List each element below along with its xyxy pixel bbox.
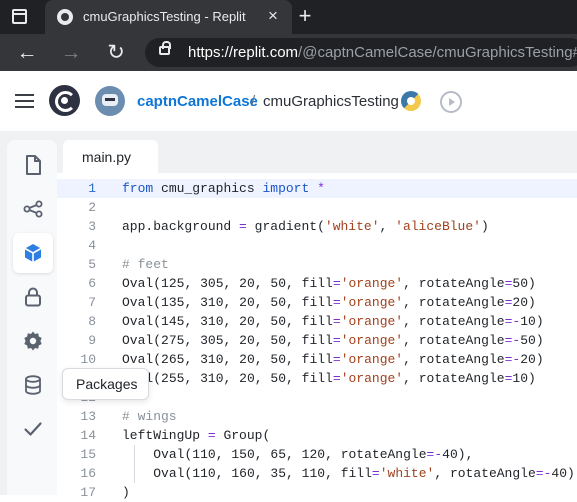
lock-icon [25,287,41,307]
indent-guide [134,464,135,483]
owner-link[interactable]: captnCamelCase [137,93,258,110]
browser-tab[interactable]: cmuGraphicsTesting - Replit × [45,0,292,34]
code-line[interactable]: # feet [122,255,169,274]
line-number: 1 [88,181,96,196]
code-line[interactable]: ) [122,483,130,502]
forward-arrow-icon[interactable]: → [58,40,84,66]
line-number: 15 [80,447,96,462]
address-bar[interactable]: https://replit.com/@captnCamelCase/cmuGr… [145,38,577,67]
code-line[interactable]: Oval(110, 150, 65, 120, rotateAngle=-40)… [122,445,473,464]
sidebar-item-unit-tests[interactable] [13,409,53,449]
database-icon [25,375,41,395]
line-number: 10 [80,352,96,367]
history-icon[interactable] [440,91,462,113]
hamburger-icon[interactable] [15,94,34,108]
replit-header: captnCamelCase / cmuGraphicsTesting [0,71,577,132]
line-number: 8 [88,314,96,329]
code-line[interactable]: # wings [122,407,177,426]
repl-name[interactable]: cmuGraphicsTesting [263,93,399,110]
tab-title: cmuGraphicsTesting - Replit [83,9,246,24]
python-icon[interactable] [401,91,421,111]
line-number: 4 [88,238,96,253]
tooltip-label: Packages [76,376,138,392]
packages-tooltip: Packages [62,368,149,400]
line-number: 7 [88,295,96,310]
code-line[interactable]: Oval(125, 305, 20, 50, fill='orange', ro… [122,274,536,293]
code-line[interactable]: leftWingUp = Group( [122,426,270,445]
url-text[interactable]: https://replit.com/@captnCamelCase/cmuGr… [188,44,577,61]
share-icon [23,200,43,218]
line-number: 6 [88,276,96,291]
code-line[interactable]: Oval(145, 310, 20, 50, fill='orange', ro… [122,312,544,331]
indent-guide [134,445,135,464]
close-icon[interactable]: × [263,6,283,26]
file-tab-strip: main.py [57,140,577,173]
browser-nav-bar: ← → ↻ https://replit.com/@captnCamelCase… [0,34,577,71]
line-number: 14 [80,428,96,443]
sidebar-item-settings[interactable] [13,321,53,361]
back-arrow-icon[interactable]: ← [14,40,40,66]
sidebar [7,140,57,495]
reload-icon[interactable]: ↻ [103,40,129,66]
line-number: 17 [80,485,96,500]
line-number: 9 [88,333,96,348]
sidebar-item-secrets[interactable] [13,277,53,317]
line-number: 13 [80,409,96,424]
window-icon[interactable] [12,9,27,24]
code-line[interactable]: Oval(275, 305, 20, 50, fill='orange', ro… [122,331,544,350]
line-number: 2 [88,200,96,215]
code-area[interactable]: 1 from cmu_graphics import * 2 3 app.backgro… [57,173,577,500]
avatar[interactable] [95,86,125,116]
check-icon [24,422,42,436]
replit-favicon-icon [57,9,73,25]
new-tab-button[interactable]: + [293,4,317,28]
code-line[interactable]: Oval(135, 310, 20, 50, fill='orange', ro… [122,293,536,312]
breadcrumb-separator: / [251,93,256,110]
gear-icon [24,331,42,351]
lock-icon[interactable] [159,41,171,55]
code-line[interactable]: from cmu_graphics import * [122,179,325,198]
sidebar-item-share[interactable] [13,189,53,229]
url-path: /@captnCamelCase/cmuGraphicsTesting#mai [298,44,577,61]
code-editor: main.py 1 from cmu_graphics import * 2 3 app… [57,140,577,500]
browser-tab-bar: cmuGraphicsTesting - Replit × + [0,0,577,34]
sidebar-item-files[interactable] [13,145,53,185]
file-icon [26,155,41,175]
code-line[interactable]: Oval(265, 310, 20, 50, fill='orange', ro… [122,350,544,369]
sidebar-item-packages[interactable] [13,233,53,273]
line-number: 16 [80,466,96,481]
url-host: https://replit.com [188,44,299,61]
file-tab-label: main.py [82,149,132,165]
tab-main-py[interactable]: main.py [63,140,158,173]
cube-icon [24,244,42,262]
code-line[interactable]: app.background = gradient('white', 'alic… [122,217,489,236]
replit-logo[interactable] [49,85,80,116]
sidebar-item-database[interactable] [13,365,53,405]
code-line[interactable]: Oval(255, 310, 20, 50, fill='orange', ro… [122,369,536,388]
code-line[interactable]: Oval(110, 160, 35, 110, fill='white', ro… [122,464,575,483]
line-number: 3 [88,219,96,234]
line-number: 5 [88,257,96,272]
workspace: main.py 1 from cmu_graphics import * 2 3 app… [0,132,577,500]
